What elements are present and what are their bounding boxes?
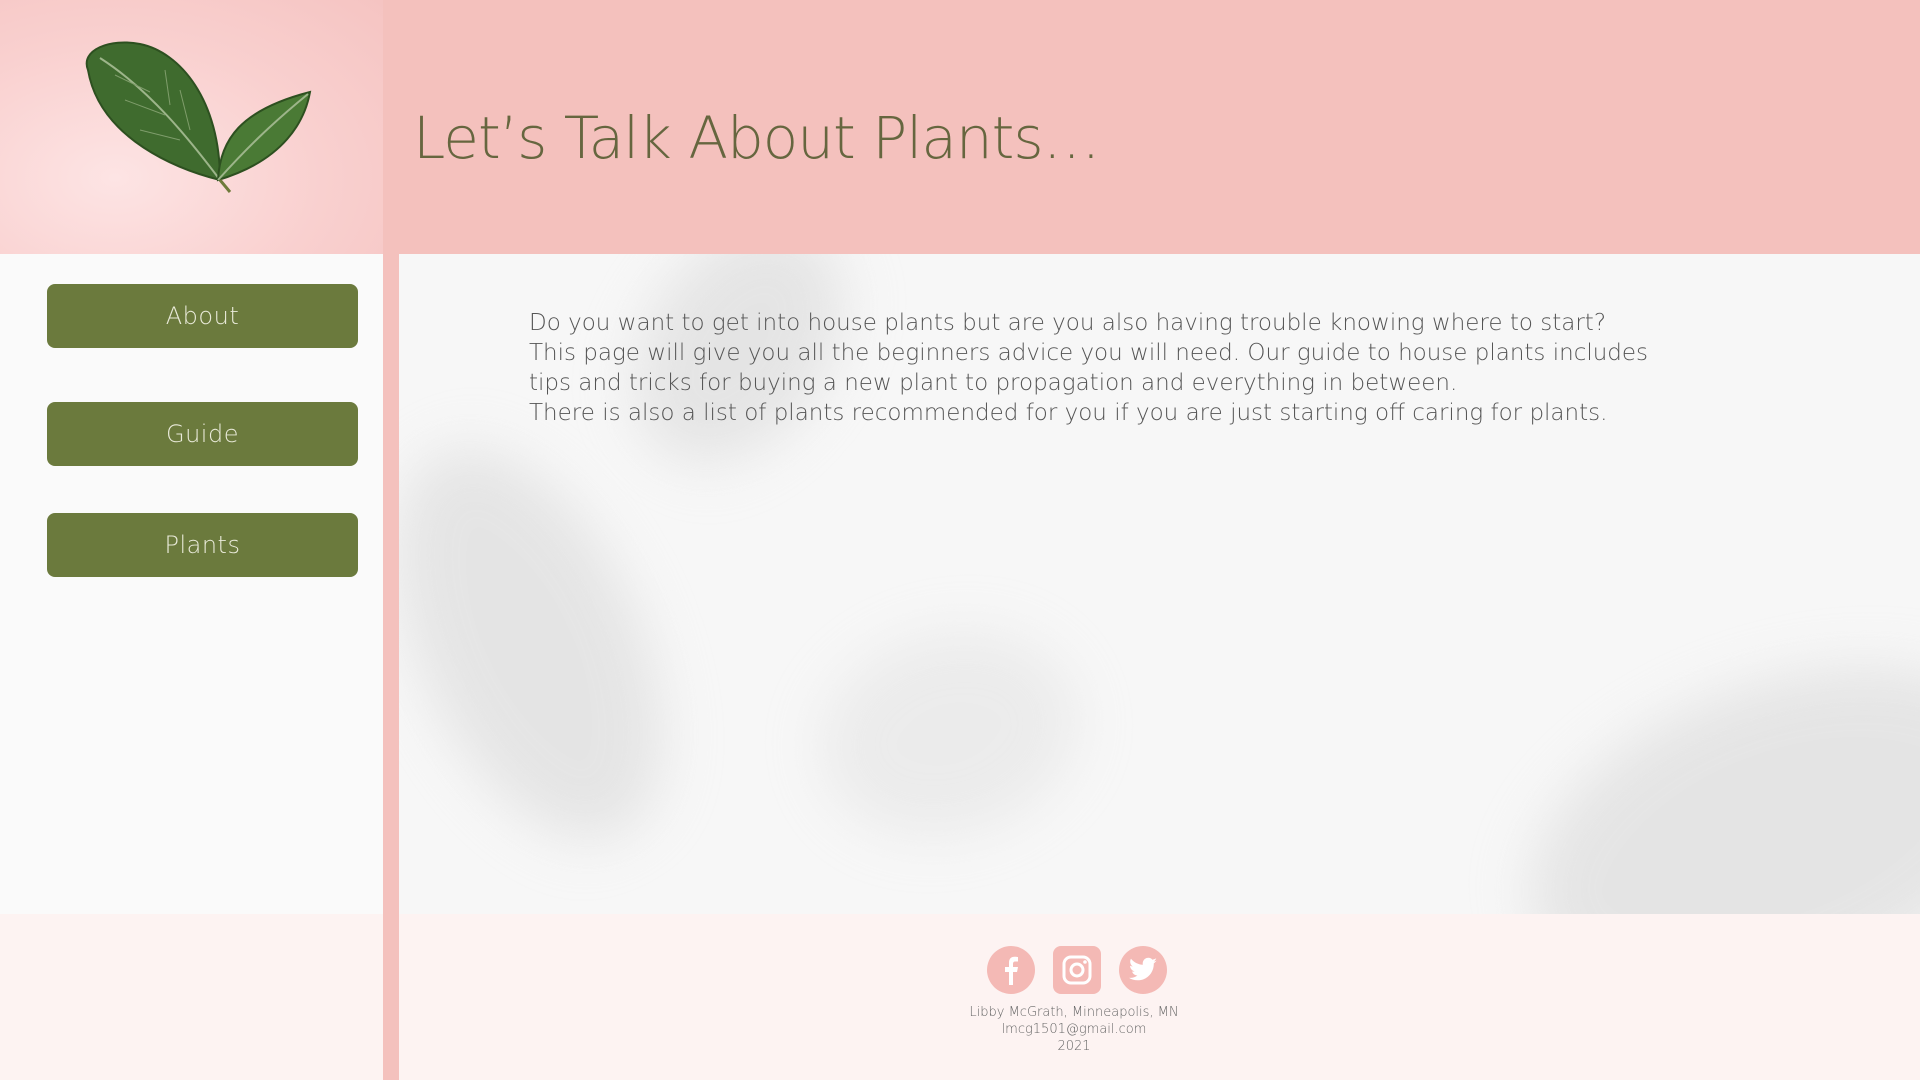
twitter-icon[interactable] [1119, 946, 1167, 994]
main-content: Do you want to get into house plants but… [399, 254, 1920, 914]
intro-line: There is also a list of plants recommend… [529, 400, 1608, 426]
footer-author: Libby McGrath, Minneapolis, MN [969, 1005, 1179, 1020]
nav-about-button[interactable]: About [47, 284, 358, 348]
intro-line: This page will give you all the beginner… [529, 340, 1649, 366]
footer-contact: Libby McGrath, Minneapolis, MN lmcg1501@… [900, 1004, 1248, 1055]
instagram-icon[interactable] [1053, 946, 1101, 994]
instagram-glyph [1062, 955, 1092, 985]
footer-email[interactable]: lmcg1501@gmail.com [900, 1021, 1248, 1038]
leaf-shadow [399, 407, 718, 881]
sidebar-nav: About Guide Plants [0, 254, 383, 914]
intro-text: Do you want to get into house plants but… [529, 308, 1669, 428]
facebook-glyph [1005, 956, 1018, 985]
nav-plants-button[interactable]: Plants [47, 513, 358, 577]
nav-guide-button[interactable]: Guide [47, 402, 358, 466]
footer-year: 2021 [1057, 1039, 1091, 1054]
social-links [987, 946, 1167, 994]
header-banner: Let’s Talk About Plants… [399, 0, 1920, 254]
footer-left-panel [0, 914, 383, 1080]
page-title: Let’s Talk About Plants… [413, 104, 1101, 172]
leaf-logo[interactable] [0, 0, 383, 254]
page: Let’s Talk About Plants… About Guide Pla… [0, 0, 1920, 1080]
facebook-icon[interactable] [987, 946, 1035, 994]
vertical-divider [383, 0, 399, 1080]
leaf-shadow [1483, 604, 1920, 914]
leaf-icon [85, 41, 312, 193]
twitter-glyph [1128, 957, 1157, 981]
intro-line: tips and tricks for buying a new plant t… [529, 370, 1458, 396]
leaf-shadow [797, 603, 1101, 865]
intro-line: Do you want to get into house plants but… [529, 310, 1607, 336]
footer: Libby McGrath, Minneapolis, MN lmcg1501@… [0, 0, 1920, 1080]
